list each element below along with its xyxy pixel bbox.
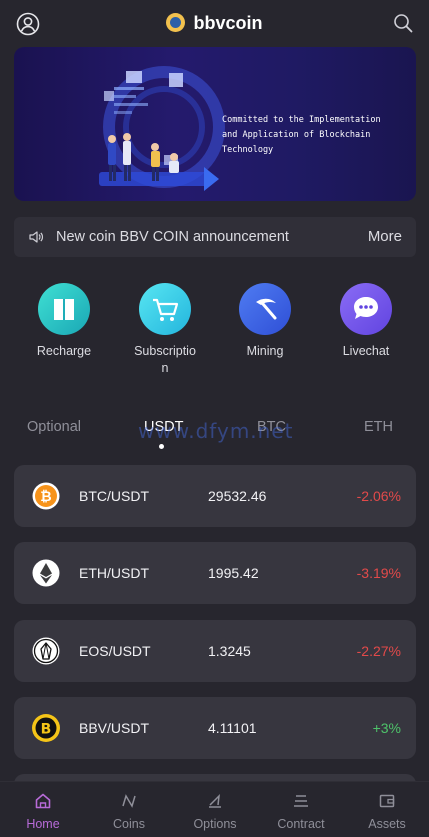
pair-change: +3% [372, 720, 401, 736]
shortcut-mining[interactable]: Mining [225, 283, 305, 360]
nav-coins-label: Coins [113, 817, 145, 831]
pair-name: BTC/USDT [79, 488, 149, 504]
home-icon [35, 793, 51, 809]
market-row-btc[interactable]: ₿ BTC/USDT 29532.46 -2.06% [14, 465, 416, 527]
pair-price: 29532.46 [208, 488, 267, 504]
shortcut-recharge[interactable]: Recharge [24, 283, 104, 360]
pair-price: 1995.42 [208, 565, 259, 581]
bitcoin-icon: ₿ [32, 482, 60, 510]
coins-icon [122, 794, 136, 808]
app-brand: bbvcoin [0, 12, 429, 34]
nav-assets[interactable]: Assets [344, 792, 429, 832]
watermark-text: www.dfym.net [138, 419, 294, 443]
bottom-navigation: Home Coins Options Contract Assets [0, 781, 429, 837]
pair-price: 4.11101 [208, 720, 257, 736]
contract-icon [294, 795, 308, 807]
ethereum-icon [32, 559, 60, 587]
pair-name: EOS/USDT [79, 643, 151, 659]
pair-name: BBV/USDT [79, 720, 150, 736]
shortcut-mining-label: Mining [246, 344, 284, 358]
market-row-eth[interactable]: ETH/USDT 1995.42 -3.19% [14, 542, 416, 604]
app-header: bbvcoin [0, 0, 429, 46]
nav-options[interactable]: Options [172, 792, 258, 832]
shortcut-subscription[interactable]: Subscriptio n [125, 283, 205, 377]
app-name: bbvcoin [193, 13, 263, 33]
chat-bubble-icon [354, 297, 378, 319]
options-icon [209, 793, 221, 808]
speaker-icon [29, 231, 44, 243]
shortcut-livechat-label: Livechat [342, 344, 390, 358]
nav-assets-label: Assets [368, 817, 406, 831]
shortcut-livechat[interactable]: Livechat [326, 283, 406, 360]
announcement-more-link[interactable]: More [368, 228, 402, 246]
shortcut-recharge-circle [38, 283, 90, 335]
wallet-icon [379, 794, 395, 808]
tab-optional[interactable]: Optional [27, 418, 81, 436]
book-icon [54, 299, 74, 320]
svg-text:₿: ₿ [40, 489, 51, 505]
nav-options-label: Options [193, 817, 237, 831]
nav-home-label: Home [26, 817, 60, 831]
pair-name: ETH/USDT [79, 565, 149, 581]
announcement-bar[interactable]: New coin BBV COIN announcement More [14, 217, 416, 257]
pair-change: -2.06% [356, 488, 401, 504]
active-tab-indicator [159, 444, 164, 449]
pair-price: 1.3245 [208, 643, 251, 659]
banner-tagline-line3: Technology [222, 145, 274, 155]
bbv-coin-icon: B [32, 714, 60, 742]
shortcut-subscription-label-text: Subscriptio n [134, 344, 196, 375]
market-row-bbv[interactable]: B BBV/USDT 4.11101 +3% [14, 697, 416, 759]
banner-tagline: Committed to the Implementation and Appl… [222, 113, 402, 158]
nav-contract[interactable]: Contract [258, 792, 344, 832]
search-icon[interactable] [393, 13, 413, 33]
banner-tagline-line1: Committed to the Implementation [222, 115, 381, 125]
market-row-eos[interactable]: EOS/USDT 1.3245 -2.27% [14, 620, 416, 682]
banner-tagline-line2: and Application of Blockchain [222, 130, 371, 140]
nav-home[interactable]: Home [0, 792, 86, 832]
nav-coins[interactable]: Coins [86, 792, 172, 832]
tab-eth[interactable]: ETH [364, 418, 393, 436]
nav-contract-label: Contract [277, 817, 325, 831]
bbvcoin-logo-icon [166, 13, 186, 32]
shortcut-subscription-label: Subscriptio n [125, 343, 205, 377]
shortcut-recharge-label: Recharge [36, 344, 92, 358]
shortcut-mining-circle [239, 283, 291, 335]
pair-change: -2.27% [356, 643, 401, 659]
cart-icon [153, 298, 179, 321]
eos-icon [32, 637, 60, 665]
svg-text:B: B [41, 722, 52, 738]
pickaxe-icon [256, 298, 277, 320]
shortcut-livechat-circle [340, 283, 392, 335]
pair-change: -3.19% [356, 565, 401, 581]
promo-banner[interactable]: Committed to the Implementation and Appl… [14, 47, 416, 201]
announcement-text: New coin BBV COIN announcement [56, 229, 289, 245]
shortcut-subscription-circle [139, 283, 191, 335]
